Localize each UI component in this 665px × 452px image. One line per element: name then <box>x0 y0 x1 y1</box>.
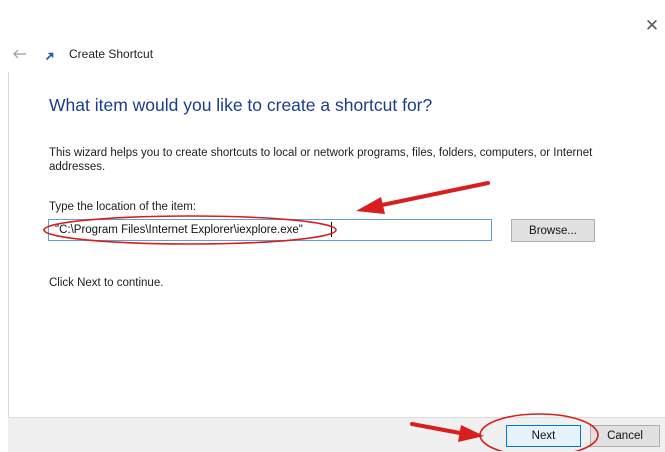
location-label: Type the location of the item: <box>49 201 197 213</box>
cancel-button[interactable]: Cancel <box>590 425 660 447</box>
left-divider <box>8 72 9 417</box>
location-input[interactable] <box>48 219 492 241</box>
back-arrow-icon <box>13 49 26 59</box>
close-button[interactable]: ✕ <box>642 16 662 36</box>
wizard-description: This wizard helps you to create shortcut… <box>49 147 593 173</box>
close-icon: ✕ <box>644 16 660 35</box>
page-heading: What item would you like to create a sho… <box>49 95 433 115</box>
input-pointer-arrowhead <box>356 197 385 214</box>
input-pointer-arrow <box>380 181 490 207</box>
back-button[interactable] <box>12 46 28 62</box>
next-button[interactable]: Next <box>506 425 581 447</box>
continue-instruction: Click Next to continue. <box>49 277 164 289</box>
window-title: Create Shortcut <box>69 47 154 61</box>
text-caret <box>331 222 332 237</box>
browse-button[interactable]: Browse... <box>511 219 595 242</box>
shortcut-app-icon <box>45 52 54 61</box>
